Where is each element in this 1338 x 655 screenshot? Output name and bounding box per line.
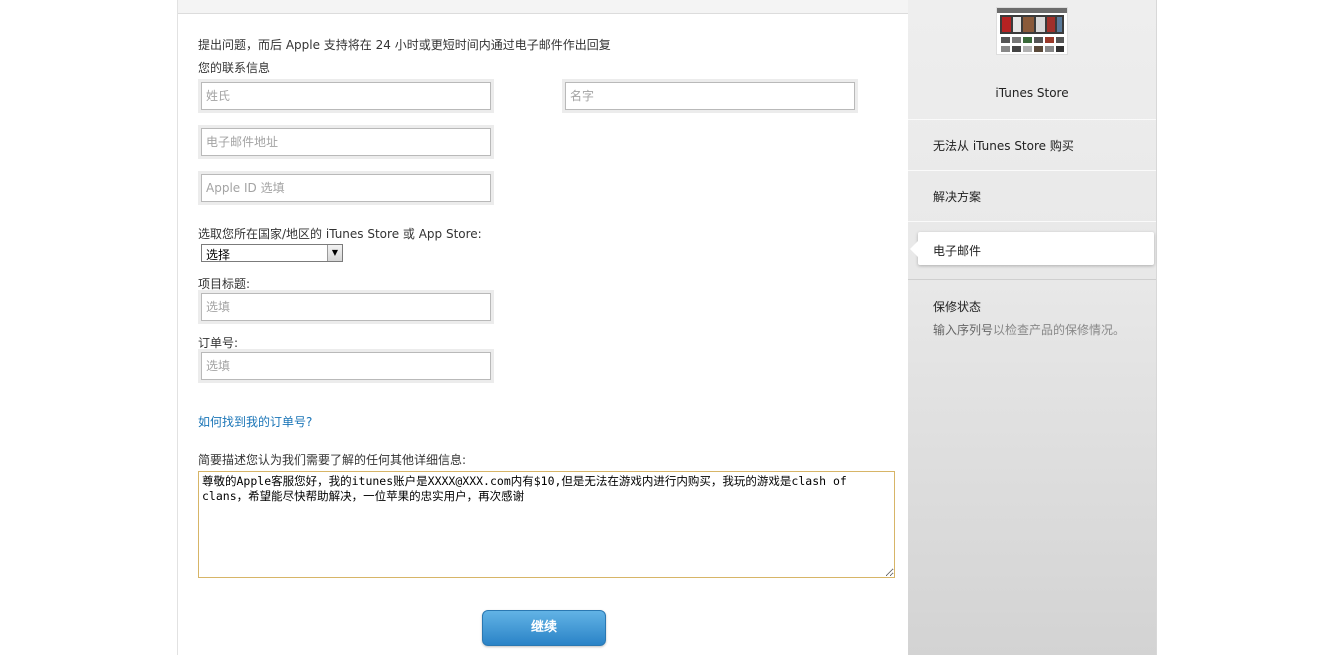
top-band: [178, 0, 908, 14]
sidebar-product-title: iTunes Store: [995, 86, 1069, 100]
details-label: 简要描述您认为我们需要了解的任何其他详细信息:: [198, 453, 467, 467]
sidebar-product-header: iTunes Store: [908, 0, 1156, 119]
enter-serial-link[interactable]: 输入序列号: [933, 323, 993, 337]
order-number-field[interactable]: [201, 352, 491, 380]
details-textarea[interactable]: 尊敬的Apple客服您好，我的itunes账户是XXXX@XXX.com内有$1…: [198, 471, 895, 578]
warranty-status-description: 输入序列号以检查产品的保修情况。: [933, 321, 1125, 338]
country-label: 选取您所在国家/地区的 iTunes Store 或 App Store:: [198, 227, 482, 241]
sidebar-item-solutions[interactable]: 解决方案: [908, 170, 1156, 222]
sidebar-item-email[interactable]: 电子邮件: [910, 232, 1154, 265]
support-form-panel: 提出问题，而后 Apple 支持将在 24 小时或更短时间内通过电子邮件作出回复…: [177, 0, 909, 655]
order-number-label: 订单号:: [198, 336, 239, 350]
last-name-field[interactable]: [201, 82, 491, 110]
country-select-value: 选择: [206, 248, 231, 262]
contact-info-heading: 您的联系信息: [198, 61, 271, 75]
country-select[interactable]: 选择 ▼: [201, 244, 343, 262]
apple-id-field[interactable]: [201, 174, 491, 202]
sidebar-item-label: 解决方案: [933, 190, 982, 204]
itunes-store-thumbnail-icon: [996, 7, 1068, 55]
continue-button[interactable]: 继续: [482, 610, 606, 646]
chevron-down-icon[interactable]: ▼: [327, 245, 342, 261]
item-title-label: 项目标题:: [198, 277, 251, 291]
find-order-number-link[interactable]: 如何找到我的订单号?: [198, 413, 312, 430]
sidebar-item-cannot-purchase[interactable]: 无法从 iTunes Store 购买: [908, 119, 1156, 171]
sidebar-item-label: 无法从 iTunes Store 购买: [933, 139, 1074, 153]
warranty-desc-text: 以检查产品的保修情况。: [993, 323, 1126, 337]
email-field[interactable]: [201, 128, 491, 156]
sidebar: iTunes Store 无法从 iTunes Store 购买 解决方案 电子…: [908, 0, 1157, 655]
first-name-field[interactable]: [565, 82, 855, 110]
intro-text: 提出问题，而后 Apple 支持将在 24 小时或更短时间内通过电子邮件作出回复: [198, 38, 611, 52]
sidebar-item-label: 电子邮件: [933, 244, 982, 258]
item-title-field[interactable]: [201, 293, 491, 321]
warranty-status-title: 保修状态: [933, 300, 982, 314]
